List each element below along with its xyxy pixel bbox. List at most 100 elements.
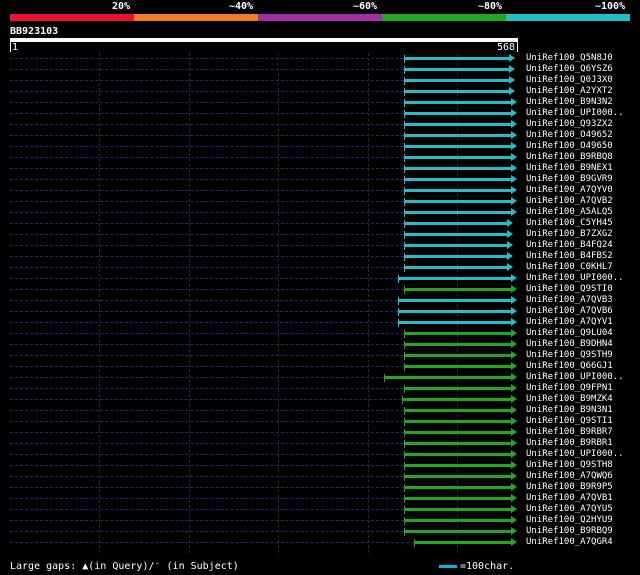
hit-alignment-bar[interactable]: [403, 486, 513, 489]
hit-label-link[interactable]: UniRef100_B9RBQ9: [526, 526, 613, 537]
hit-row[interactable]: UniRef100_B9N3N1: [10, 405, 640, 416]
hit-label-link[interactable]: UniRef100_B4FQ24: [526, 240, 613, 251]
hit-label-link[interactable]: UniRef100_B9RBQ8: [526, 152, 613, 163]
hit-row[interactable]: UniRef100_A7QVB2: [10, 196, 640, 207]
hit-label-link[interactable]: UniRef100_B9R9P5: [526, 482, 613, 493]
hit-alignment-bar[interactable]: [403, 167, 513, 170]
hit-label-link[interactable]: UniRef100_B9DHN4: [526, 339, 613, 350]
hit-label-link[interactable]: UniRef100_A7QYU5: [526, 504, 613, 515]
hit-alignment-bar[interactable]: [403, 442, 513, 445]
hit-label-link[interactable]: UniRef100_Q9STH8: [526, 460, 613, 471]
hit-alignment-bar[interactable]: [403, 189, 513, 192]
hit-alignment-bar[interactable]: [383, 376, 513, 379]
hit-alignment-bar[interactable]: [403, 431, 513, 434]
hit-row[interactable]: UniRef100_Q6YSZ6: [10, 64, 640, 75]
hit-label-link[interactable]: UniRef100_B9N3N1: [526, 405, 613, 416]
hit-row[interactable]: UniRef100_A7QVB3: [10, 295, 640, 306]
hit-label-link[interactable]: UniRef100_Q9LU04: [526, 328, 613, 339]
hit-label-link[interactable]: UniRef100_A7QVB1: [526, 493, 613, 504]
hit-row[interactable]: UniRef100_A2YXT2: [10, 86, 640, 97]
hit-label-link[interactable]: UniRef100_UPI000..: [526, 449, 624, 460]
hit-alignment-bar[interactable]: [403, 123, 513, 126]
hit-label-link[interactable]: UniRef100_A2YXT2: [526, 86, 613, 97]
hit-label-link[interactable]: UniRef100_C0KHL7: [526, 262, 613, 273]
hit-row[interactable]: UniRef100_Q9STH8: [10, 460, 640, 471]
hit-alignment-bar[interactable]: [398, 277, 513, 280]
hit-alignment-bar[interactable]: [401, 398, 513, 401]
hit-row[interactable]: UniRef100_O49652: [10, 130, 640, 141]
hit-row[interactable]: UniRef100_B9RBR7: [10, 427, 640, 438]
hit-alignment-bar[interactable]: [398, 299, 513, 302]
hit-label-link[interactable]: UniRef100_B4FBS2: [526, 251, 613, 262]
hit-label-link[interactable]: UniRef100_B9RBR1: [526, 438, 613, 449]
hit-alignment-bar[interactable]: [403, 354, 513, 357]
hit-row[interactable]: UniRef100_Q9STI1: [10, 416, 640, 427]
hit-row[interactable]: UniRef100_Q5N8J0: [10, 53, 640, 64]
hit-row[interactable]: UniRef100_Q9STI0: [10, 284, 640, 295]
hit-alignment-bar[interactable]: [403, 101, 513, 104]
hit-alignment-bar[interactable]: [403, 288, 513, 291]
hit-row[interactable]: UniRef100_UPI000..: [10, 273, 640, 284]
hit-label-link[interactable]: UniRef100_A7QYV0: [526, 185, 613, 196]
hit-alignment-bar[interactable]: [403, 145, 513, 148]
hit-alignment-bar[interactable]: [403, 464, 513, 467]
hit-row[interactable]: UniRef100_B9NEX1: [10, 163, 640, 174]
hit-row[interactable]: UniRef100_B9MZK4: [10, 394, 640, 405]
hit-row[interactable]: UniRef100_B9GVR9: [10, 174, 640, 185]
hit-row[interactable]: UniRef100_UPI000..: [10, 108, 640, 119]
hit-label-link[interactable]: UniRef100_A7QGR4: [526, 537, 613, 548]
hit-row[interactable]: UniRef100_A7QVB6: [10, 306, 640, 317]
hit-label-link[interactable]: UniRef100_B7ZXG2: [526, 229, 613, 240]
hit-alignment-bar[interactable]: [403, 387, 513, 390]
hit-row[interactable]: UniRef100_B7ZXG2: [10, 229, 640, 240]
hit-row[interactable]: UniRef100_Q9FPN1: [10, 383, 640, 394]
hit-row[interactable]: UniRef100_UPI000..: [10, 372, 640, 383]
hit-row[interactable]: UniRef100_A7QYV0: [10, 185, 640, 196]
hit-alignment-bar[interactable]: [403, 233, 508, 236]
hit-row[interactable]: UniRef100_Q9LU04: [10, 328, 640, 339]
hit-row[interactable]: UniRef100_B9RBQ9: [10, 526, 640, 537]
hit-label-link[interactable]: UniRef100_B9NEX1: [526, 163, 613, 174]
hit-alignment-bar[interactable]: [403, 497, 513, 500]
hit-alignment-bar[interactable]: [403, 332, 513, 335]
hit-alignment-bar[interactable]: [403, 519, 513, 522]
hit-alignment-bar[interactable]: [403, 222, 508, 225]
hit-alignment-bar[interactable]: [403, 475, 513, 478]
hit-label-link[interactable]: UniRef100_A7QVB2: [526, 196, 613, 207]
hit-label-link[interactable]: UniRef100_A5ALQ5: [526, 207, 613, 218]
hit-label-link[interactable]: UniRef100_Q0J3X0: [526, 75, 613, 86]
hit-row[interactable]: UniRef100_B4FBS2: [10, 251, 640, 262]
hit-alignment-bar[interactable]: [403, 200, 513, 203]
hit-row[interactable]: UniRef100_A7QYV1: [10, 317, 640, 328]
hit-label-link[interactable]: UniRef100_B9GVR9: [526, 174, 613, 185]
hit-label-link[interactable]: UniRef100_Q93ZX2: [526, 119, 613, 130]
hit-label-link[interactable]: UniRef100_UPI000..: [526, 372, 624, 383]
hit-row[interactable]: UniRef100_B9N3N2: [10, 97, 640, 108]
hit-row[interactable]: UniRef100_A7QVB1: [10, 493, 640, 504]
hit-label-link[interactable]: UniRef100_A7QVB3: [526, 295, 613, 306]
hit-label-link[interactable]: UniRef100_A7QWQ6: [526, 471, 613, 482]
hit-label-link[interactable]: UniRef100_B9MZK4: [526, 394, 613, 405]
hit-row[interactable]: UniRef100_UPI000..: [10, 449, 640, 460]
hit-alignment-bar[interactable]: [403, 178, 513, 181]
hit-row[interactable]: UniRef100_A5ALQ5: [10, 207, 640, 218]
hit-alignment-bar[interactable]: [403, 156, 513, 159]
hit-label-link[interactable]: UniRef100_B9RBR7: [526, 427, 613, 438]
hit-label-link[interactable]: UniRef100_B9N3N2: [526, 97, 613, 108]
hit-alignment-bar[interactable]: [403, 112, 513, 115]
hit-label-link[interactable]: UniRef100_Q9STH9: [526, 350, 613, 361]
hit-label-link[interactable]: UniRef100_Q66GJ1: [526, 361, 613, 372]
hit-row[interactable]: UniRef100_B9RBQ8: [10, 152, 640, 163]
hit-alignment-bar[interactable]: [403, 244, 508, 247]
hit-alignment-bar[interactable]: [403, 255, 508, 258]
hit-row[interactable]: UniRef100_A7QGR4: [10, 537, 640, 548]
hit-row[interactable]: UniRef100_Q2HYU9: [10, 515, 640, 526]
hit-row[interactable]: UniRef100_C0KHL7: [10, 262, 640, 273]
hit-label-link[interactable]: UniRef100_Q9FPN1: [526, 383, 613, 394]
hit-alignment-bar[interactable]: [403, 420, 513, 423]
hit-alignment-bar[interactable]: [403, 530, 513, 533]
hit-label-link[interactable]: UniRef100_Q9STI0: [526, 284, 613, 295]
hit-label-link[interactable]: UniRef100_Q6YSZ6: [526, 64, 613, 75]
hit-alignment-bar[interactable]: [403, 453, 513, 456]
hit-row[interactable]: UniRef100_Q9STH9: [10, 350, 640, 361]
